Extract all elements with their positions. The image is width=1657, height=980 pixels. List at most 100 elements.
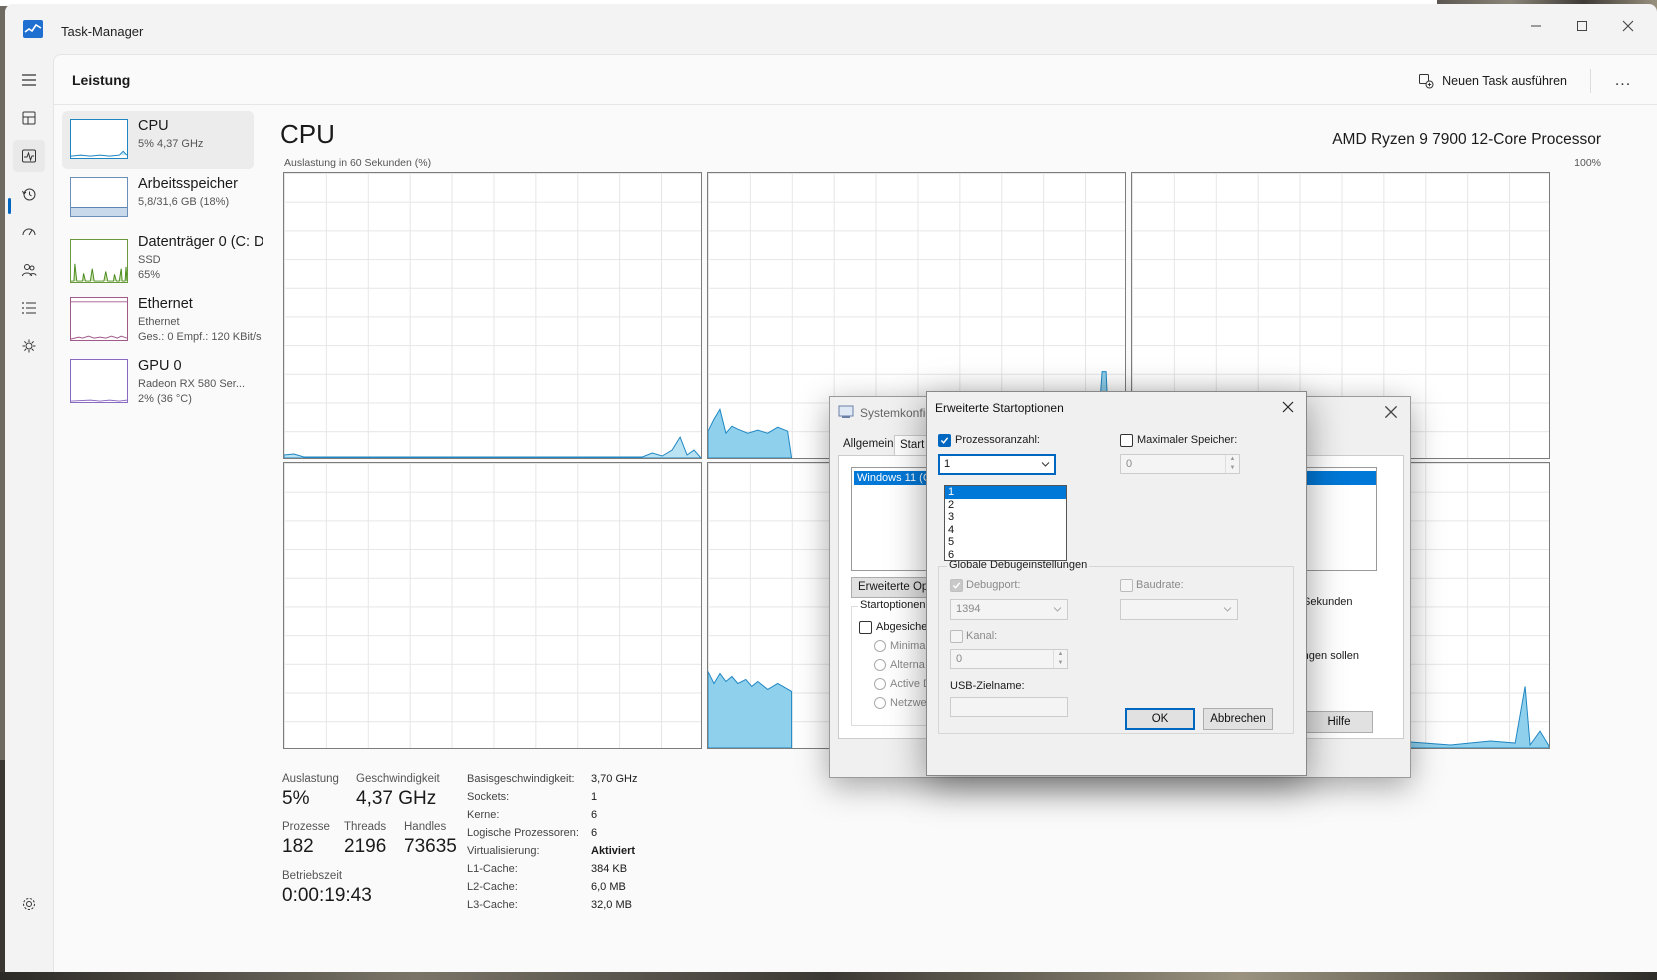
msconfig-app-icon [838, 405, 854, 418]
device-name: Datenträger 0 (C: D [138, 234, 263, 250]
ethernet-thumbnail [70, 297, 128, 341]
processor-count-dropdown[interactable]: 1 2 3 4 5 6 [944, 485, 1067, 561]
navigation-rail [5, 56, 53, 972]
spec-value: 6 [591, 809, 598, 821]
baudrate-select[interactable] [1120, 599, 1238, 620]
desktop-background-bottom [0, 972, 1657, 980]
handles-value: 73635 [404, 836, 457, 857]
hamburger-icon [22, 74, 36, 86]
nav-users[interactable] [13, 254, 45, 286]
processor-count-value: 1 [944, 458, 951, 470]
cancel-button[interactable]: Abbrechen [1203, 708, 1273, 730]
spec-label: L1-Cache: [467, 863, 518, 875]
dropdown-option[interactable]: 4 [945, 524, 1066, 537]
util-label: Auslastung [282, 773, 339, 785]
channel-value: 0 [956, 653, 963, 665]
device-name: GPU 0 [138, 358, 182, 374]
close-icon[interactable] [1382, 403, 1400, 421]
device-memory[interactable]: Arbeitsspeicher 5,8/31,6 GB (18%) [62, 169, 254, 227]
close-icon [1622, 20, 1634, 32]
device-name: Ethernet [138, 296, 193, 312]
maximize-icon [1577, 21, 1587, 31]
graph-axis-label: Auslastung in 60 Sekunden (%) [284, 157, 432, 169]
spec-value: 1 [591, 791, 598, 803]
radio-network[interactable] [874, 697, 886, 709]
list-icon [22, 302, 36, 314]
nav-services[interactable] [13, 330, 45, 362]
new-task-label: Neuen Task ausführen [1442, 74, 1567, 88]
safe-boot-checkbox[interactable] [859, 621, 872, 634]
uptime-label: Betriebszeit [282, 870, 343, 882]
nav-startup-apps[interactable] [13, 216, 45, 248]
dropdown-option[interactable]: 2 [945, 499, 1066, 512]
speedometer-icon [22, 228, 36, 236]
uptime-value: 0:00:19:43 [282, 885, 372, 906]
processor-count-select[interactable]: 1 [938, 454, 1056, 475]
disk-thumbnail [70, 239, 128, 283]
processor-count-checkbox[interactable] [938, 434, 951, 447]
dropdown-option[interactable]: 5 [945, 536, 1066, 549]
more-options-button[interactable]: ... [1609, 69, 1637, 93]
debugport-checkbox[interactable] [950, 579, 963, 592]
device-ethernet[interactable]: Ethernet Ethernet Ges.: 0 Empf.: 120 KBi… [62, 289, 262, 351]
maximize-button[interactable] [1559, 12, 1605, 40]
device-detail-2: 65% [138, 269, 161, 281]
debugport-label: Debugport: [966, 579, 1021, 591]
device-detail: SSD [138, 254, 161, 266]
channel-label: Kanal: [966, 630, 998, 642]
usb-target-input[interactable] [950, 697, 1068, 717]
new-task-button[interactable]: Neuen Task ausführen [1418, 69, 1567, 93]
checkmark-icon [940, 437, 949, 444]
spec-value: 384 KB [591, 863, 628, 875]
device-detail: 5% 4,37 GHz [138, 138, 204, 150]
baudrate-checkbox[interactable] [1120, 579, 1133, 592]
tab-general[interactable]: Allgemein [838, 435, 899, 457]
spinner-arrows-icon[interactable]: ▲ ▼ [1053, 650, 1067, 668]
spec-value: 3,70 GHz [591, 773, 638, 785]
channel-spinner[interactable]: 0 ▲ ▼ [950, 649, 1068, 669]
nav-details[interactable] [13, 292, 45, 324]
tab-boot[interactable]: Start [894, 435, 931, 457]
max-memory-checkbox[interactable] [1120, 434, 1133, 447]
radio-alternate[interactable] [874, 659, 886, 671]
radio-label: Minimal [890, 640, 928, 652]
radio-label: Netzwe [890, 697, 927, 709]
core-graph-4 [283, 462, 702, 749]
minimize-button[interactable] [1513, 12, 1559, 40]
device-disk[interactable]: Datenträger 0 (C: D SSD 65% [62, 227, 263, 297]
debugport-value: 1394 [956, 603, 981, 615]
handles-label: Handles [404, 821, 447, 833]
spec-label: Virtualisierung: [467, 845, 540, 857]
more-icon: ... [1614, 72, 1632, 89]
hamburger-menu-button[interactable] [13, 64, 45, 96]
radio-minimal[interactable] [874, 640, 886, 652]
threads-label: Threads [344, 821, 387, 833]
device-gpu[interactable]: GPU 0 Radeon RX 580 Ser... 2% (36 °C) [62, 351, 254, 413]
close-button[interactable] [1605, 12, 1651, 40]
channel-checkbox[interactable] [950, 630, 963, 643]
radio-active-directory[interactable] [874, 678, 886, 690]
gear-icon [23, 898, 35, 910]
close-icon[interactable] [1280, 399, 1296, 415]
group-title: Startoptionen [858, 599, 928, 611]
help-button[interactable]: Hilfe [1305, 711, 1373, 733]
spinner-arrows-icon[interactable]: ▲ ▼ [1225, 455, 1239, 473]
nav-settings[interactable] [13, 888, 45, 920]
threads-value: 2196 [344, 836, 387, 857]
usb-target-label: USB-Zielname: [950, 680, 1025, 692]
nav-app-history[interactable] [13, 178, 45, 210]
spec-value: 32,0 MB [591, 899, 632, 911]
nav-processes[interactable] [13, 102, 45, 134]
spec-label: Basisgeschwindigkeit: [467, 773, 575, 785]
nav-performance[interactable] [13, 140, 45, 172]
device-cpu[interactable]: CPU 5% 4,37 GHz [62, 111, 254, 169]
dropdown-option[interactable]: 1 [945, 486, 1066, 499]
max-memory-spinner[interactable]: 0 ▲ ▼ [1120, 454, 1240, 474]
ok-button[interactable]: OK [1125, 708, 1195, 730]
title-bar[interactable]: Task-Manager [5, 4, 1657, 56]
active-indicator [8, 198, 11, 214]
dropdown-option[interactable]: 6 [945, 549, 1066, 562]
device-name: CPU [138, 118, 169, 134]
dropdown-option[interactable]: 3 [945, 511, 1066, 524]
debugport-select[interactable]: 1394 [950, 599, 1068, 620]
